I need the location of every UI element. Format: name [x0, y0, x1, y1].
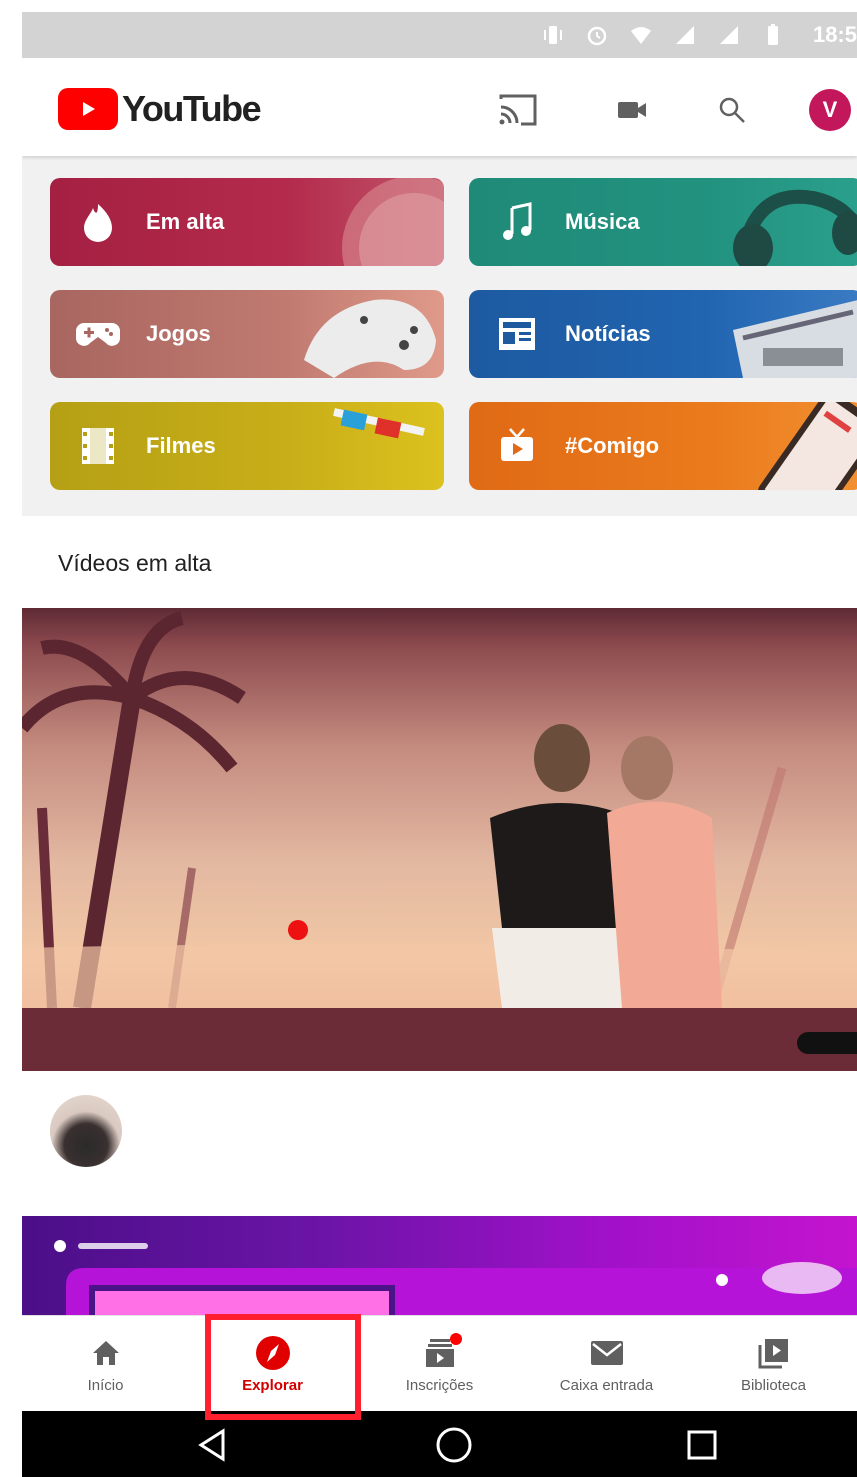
app-header: YouTube V — [22, 58, 857, 156]
cast-icon[interactable] — [494, 86, 542, 134]
youtube-play-logo-icon — [58, 88, 118, 130]
signal-icon-2 — [717, 23, 741, 47]
status-bar: 18:5 — [22, 12, 857, 58]
nav-label: Caixa entrada — [559, 1376, 654, 1394]
app-name: YouTube — [122, 88, 262, 129]
channel-avatar[interactable] — [50, 1095, 122, 1167]
nav-label: Inscrições — [405, 1376, 474, 1394]
signal-icon — [673, 23, 697, 47]
battery-icon — [761, 23, 785, 47]
account-avatar[interactable]: V — [806, 86, 854, 134]
nav-item-biblioteca[interactable]: Biblioteca — [690, 1316, 857, 1412]
notification-badge — [449, 1332, 462, 1345]
avatar-letter: V — [809, 89, 851, 131]
trending-video-thumbnail-2[interactable] — [22, 1216, 857, 1322]
categories-area: Em alta Música Jogos Notícias Filmes #Co… — [22, 156, 857, 516]
search-icon[interactable] — [708, 86, 756, 134]
category-label: Música — [565, 209, 640, 234]
film-strip-icon — [76, 424, 120, 468]
vibrate-icon — [541, 23, 565, 47]
video-meta[interactable] — [22, 1071, 857, 1221]
category-label: Filmes — [146, 433, 216, 458]
controller-illustration — [264, 290, 444, 378]
category-em-alta[interactable]: Em alta — [50, 178, 444, 266]
phone-illustration — [683, 402, 857, 490]
globe-illustration — [264, 178, 444, 266]
category-noticias[interactable]: Notícias — [469, 290, 857, 378]
mail-icon — [589, 1335, 625, 1371]
youtube-logo[interactable]: YouTube — [58, 88, 262, 130]
nav-item-caixa-entrada[interactable]: Caixa entrada — [523, 1316, 690, 1412]
recents-square-icon[interactable] — [680, 1423, 724, 1467]
explorar-highlight-box — [205, 1314, 361, 1420]
category-label: Em alta — [146, 209, 225, 234]
home-circle-icon[interactable] — [432, 1423, 476, 1467]
wifi-icon — [629, 23, 653, 47]
flame-icon — [76, 200, 120, 244]
alarm-icon — [585, 23, 609, 47]
live-tv-icon — [495, 424, 539, 468]
gamepad-icon — [76, 312, 120, 356]
system-navigation-bar — [22, 1411, 857, 1477]
3d-glasses-illustration — [264, 402, 444, 490]
newspaper-illustration — [683, 290, 857, 378]
subscriptions-icon — [422, 1332, 462, 1371]
video-camera-icon[interactable] — [608, 86, 656, 134]
thumbnail-caption-strip — [22, 1008, 857, 1071]
library-icon — [756, 1335, 792, 1371]
category-label: #Comigo — [565, 433, 660, 458]
headphones-illustration — [683, 178, 857, 266]
beach-scene-illustration — [22, 611, 857, 1008]
status-time: 18:5 — [812, 22, 857, 47]
nav-label: Biblioteca — [740, 1376, 807, 1394]
category-comigo[interactable]: #Comigo — [469, 402, 857, 490]
section-title: Vídeos em alta — [58, 550, 212, 576]
nav-label: Início — [87, 1376, 124, 1394]
purple-scene-illustration — [54, 1240, 857, 1322]
home-icon — [88, 1335, 124, 1371]
bottom-navigation: Início Explorar Inscrições Caixa entrada — [22, 1315, 857, 1411]
status-icons: 18:5 — [541, 12, 857, 58]
nav-item-inscricoes[interactable]: Inscrições — [356, 1316, 523, 1412]
category-label: Jogos — [146, 321, 211, 346]
back-triangle-icon[interactable] — [190, 1423, 234, 1467]
category-label: Notícias — [565, 321, 651, 346]
category-filmes[interactable]: Filmes — [50, 402, 444, 490]
newspaper-icon — [495, 312, 539, 356]
category-jogos[interactable]: Jogos — [50, 290, 444, 378]
duration-pill — [797, 1032, 857, 1054]
category-musica[interactable]: Música — [469, 178, 857, 266]
music-note-icon — [495, 200, 539, 244]
nav-item-inicio[interactable]: Início — [22, 1316, 189, 1412]
trending-video-thumbnail[interactable] — [22, 608, 857, 1071]
app-frame: 18:5 YouTube V Em alta Música Jogos Notí… — [22, 12, 857, 1477]
